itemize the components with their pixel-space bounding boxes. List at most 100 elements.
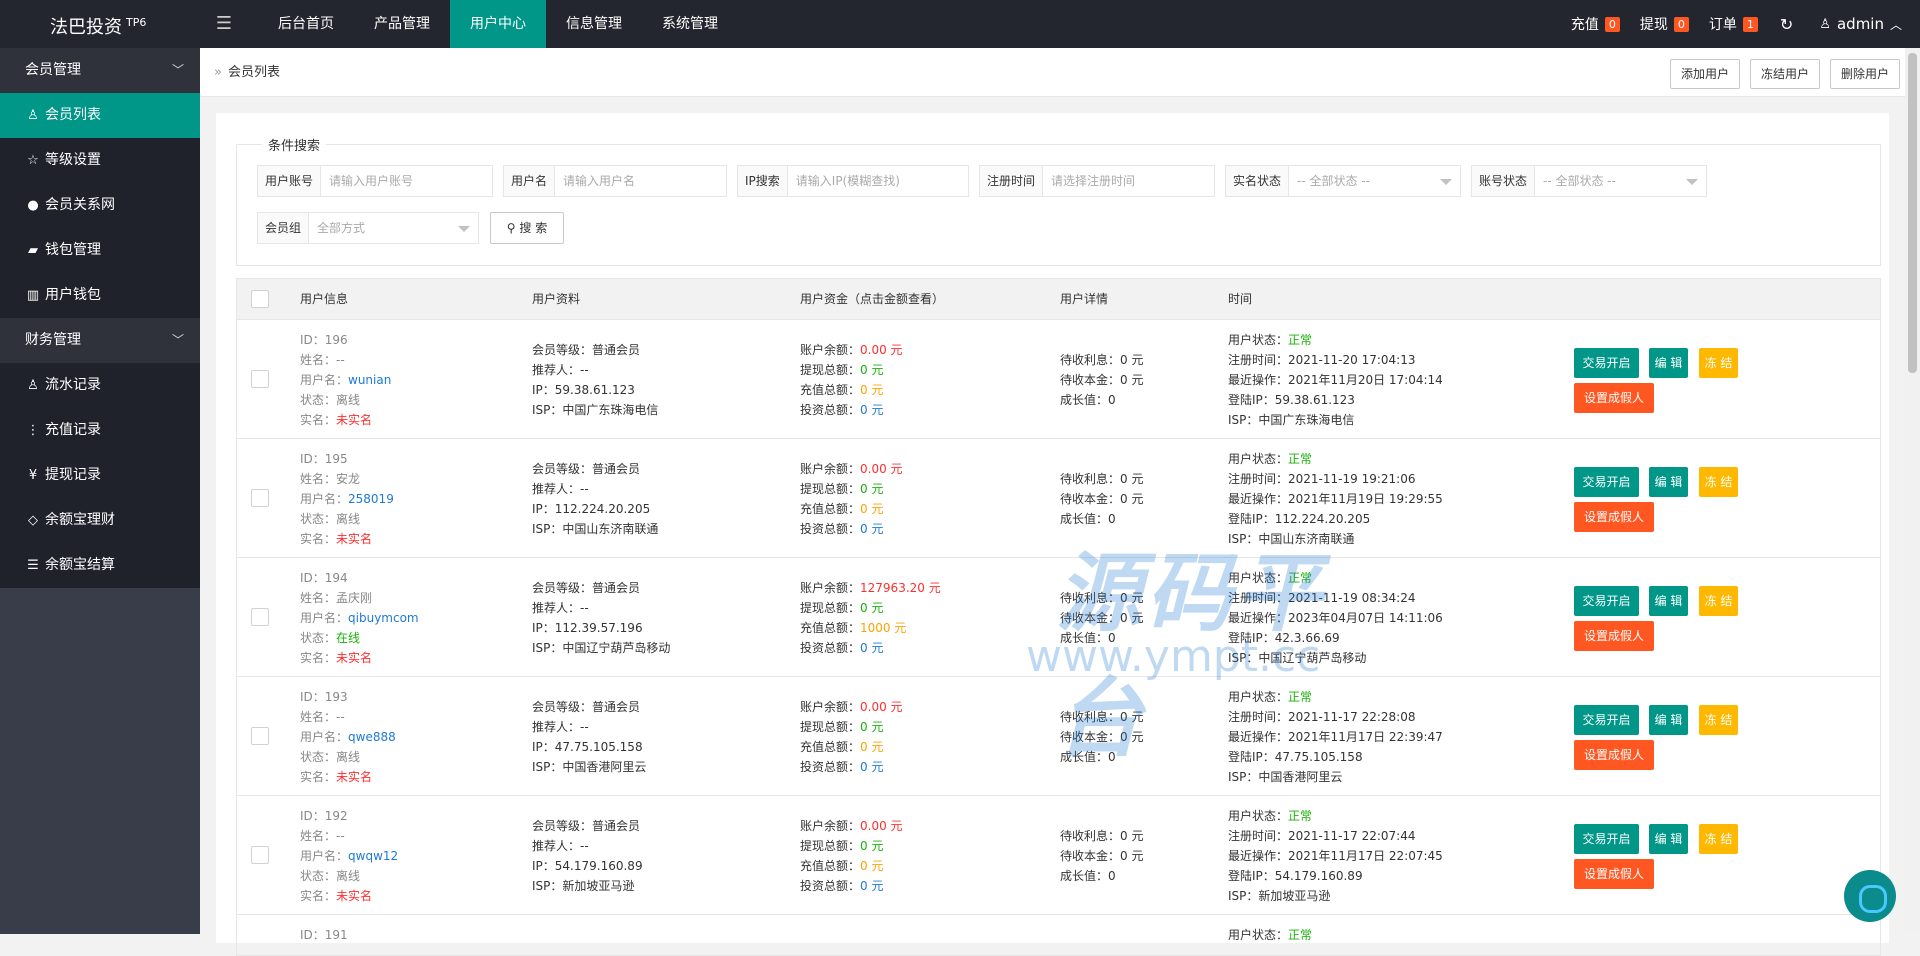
row-checkbox[interactable] (251, 608, 269, 626)
refresh-icon[interactable]: ↻ (1768, 15, 1805, 34)
status-select[interactable]: -- 全部状态 -- (1535, 166, 1706, 196)
recharge-total-link[interactable]: 0 元 (860, 502, 883, 516)
nav-system[interactable]: 系统管理 (642, 0, 738, 48)
edit-button[interactable]: 编 辑 (1649, 586, 1688, 616)
page-scrollbar[interactable] (1905, 48, 1920, 934)
withdraw-total-link[interactable]: 0 元 (860, 363, 883, 377)
set-fake-button[interactable]: 设置成假人 (1574, 502, 1654, 532)
invest-total-link[interactable]: 0 元 (860, 641, 883, 655)
balance-link[interactable]: 0.00 元 (860, 700, 903, 714)
username-link[interactable]: qibuymcom (348, 611, 419, 625)
withdraw-total-link[interactable]: 0 元 (860, 839, 883, 853)
freeze-button[interactable]: 冻 结 (1699, 348, 1738, 378)
invest-total-link[interactable]: 0 元 (860, 760, 883, 774)
trade-toggle-button[interactable]: 交易开启 (1574, 467, 1639, 497)
row-checkbox[interactable] (251, 489, 269, 507)
cell-reg-time: 2021-11-19 19:21:06 (1288, 472, 1416, 486)
balance-link[interactable]: 0.00 元 (860, 343, 903, 357)
withdraw-total-link[interactable]: 0 元 (860, 720, 883, 734)
withdraw-total-link[interactable]: 0 元 (860, 601, 883, 615)
invest-total-link[interactable]: 0 元 (860, 403, 883, 417)
time-cell: 用户状态：正常 注册时间：2021-11-17 22:07:44 最近操作：20… (1228, 806, 1443, 906)
account-filter: 用户账号 请输入用户账号 (257, 165, 493, 197)
sidebar-item-flow-records[interactable]: ♙ 流水记录 (0, 363, 200, 408)
account-input[interactable]: 请输入用户账号 (321, 166, 492, 196)
ip-input[interactable]: 请输入IP(模糊查找) (788, 166, 968, 196)
add-user-button[interactable]: 添加用户 (1669, 59, 1740, 89)
sidebar-group-members[interactable]: 会员管理 ﹀ (0, 48, 200, 93)
recharge-total-link[interactable]: 0 元 (860, 383, 883, 397)
edit-button[interactable]: 编 辑 (1649, 467, 1688, 497)
row-checkbox[interactable] (251, 846, 269, 864)
regtime-input[interactable]: 请选择注册时间 (1043, 166, 1214, 196)
sidebar-item-withdraw-records[interactable]: ¥ 提现记录 (0, 453, 200, 498)
trade-toggle-button[interactable]: 交易开启 (1574, 824, 1639, 854)
row-checkbox[interactable] (251, 727, 269, 745)
sidebar-item-wallet-management[interactable]: ▰ 钱包管理 (0, 228, 200, 273)
invest-total-link[interactable]: 0 元 (860, 879, 883, 893)
field-line: ID：195 (300, 449, 394, 469)
sidebar-item-user-wallet[interactable]: ▥ 用户钱包 (0, 273, 200, 318)
sidebar-item-member-list[interactable]: ♙ 会员列表 (0, 93, 200, 138)
nav-info[interactable]: 信息管理 (546, 0, 642, 48)
scrollbar-thumb[interactable] (1908, 53, 1917, 373)
trade-toggle-button[interactable]: 交易开启 (1574, 705, 1639, 735)
field-label: 注册时间： (1228, 829, 1289, 843)
username-input[interactable]: 请输入用户名 (555, 166, 726, 196)
realname-select[interactable]: -- 全部状态 -- (1289, 166, 1460, 196)
set-fake-button[interactable]: 设置成假人 (1574, 740, 1654, 770)
recharge-total-link[interactable]: 0 元 (860, 740, 883, 754)
freeze-button[interactable]: 冻 结 (1699, 586, 1738, 616)
group-select[interactable]: 全部方式 (309, 213, 478, 243)
username-link[interactable]: 258019 (348, 492, 394, 506)
set-fake-button[interactable]: 设置成假人 (1574, 859, 1654, 889)
edit-button[interactable]: 编 辑 (1649, 348, 1688, 378)
user-info-cell: ID：192 姓名：-- 用户名：qwqw12 状态：离线 实名：未实名 (300, 806, 398, 906)
freeze-button[interactable]: 冻 结 (1699, 705, 1738, 735)
freeze-user-button[interactable]: 冻结用户 (1749, 59, 1820, 89)
edit-button[interactable]: 编 辑 (1649, 705, 1688, 735)
field-label: 会员等级： (532, 462, 593, 476)
recharge-total-link[interactable]: 1000 元 (860, 621, 906, 635)
delete-user-button[interactable]: 删除用户 (1829, 59, 1900, 89)
invest-total-link[interactable]: 0 元 (860, 522, 883, 536)
search-button[interactable]: ⚲ 搜 索 (490, 212, 564, 244)
username-link[interactable]: qwe888 (348, 730, 396, 744)
balance-link[interactable]: 0.00 元 (860, 462, 903, 476)
username-link[interactable]: qwqw12 (348, 849, 398, 863)
user-menu[interactable]: ♙ admin ︿ (1805, 15, 1920, 33)
set-fake-button[interactable]: 设置成假人 (1574, 383, 1654, 413)
cell-growth: 0 (1108, 750, 1116, 764)
trade-toggle-button[interactable]: 交易开启 (1574, 348, 1639, 378)
balance-link[interactable]: 0.00 元 (860, 819, 903, 833)
balance-link[interactable]: 127963.20 元 (860, 581, 941, 595)
freeze-button[interactable]: 冻 结 (1699, 467, 1738, 497)
sidebar-group-label: 财务管理 (25, 332, 81, 348)
user-info-cell: ID：194 姓名：孟庆刚 用户名：qibuymcom 状态：在线 实名：未实名 (300, 568, 419, 668)
nav-home[interactable]: 后台首页 (258, 0, 354, 48)
field-line: 充值总额：0 元 (800, 856, 903, 876)
sidebar-item-recharge-records[interactable]: ⋮ 充值记录 (0, 408, 200, 453)
trade-toggle-button[interactable]: 交易开启 (1574, 586, 1639, 616)
select-all-checkbox[interactable] (251, 290, 269, 308)
edit-button[interactable]: 编 辑 (1649, 824, 1688, 854)
freeze-button[interactable]: 冻 结 (1699, 824, 1738, 854)
nav-products[interactable]: 产品管理 (354, 0, 450, 48)
username-link[interactable]: wunian (348, 373, 391, 387)
set-fake-button[interactable]: 设置成假人 (1574, 621, 1654, 651)
row-checkbox[interactable] (251, 370, 269, 388)
sidebar-item-level-settings[interactable]: ☆ 等级设置 (0, 138, 200, 183)
menu-toggle-icon[interactable]: ☰ (212, 12, 236, 36)
chat-float-button[interactable] (1844, 870, 1896, 922)
nav-user-center[interactable]: 用户中心 (450, 0, 546, 48)
app-logo[interactable]: 法巴投资 TP6 (0, 0, 200, 48)
withdraw-total-link[interactable]: 0 元 (860, 482, 883, 496)
order-link[interactable]: 订单 1 (1699, 14, 1768, 34)
sidebar-item-member-network[interactable]: ● 会员关系网 (0, 183, 200, 228)
sidebar-item-yuebao-finance[interactable]: ◇ 余额宝理财 (0, 498, 200, 543)
withdraw-link[interactable]: 提现 0 (1630, 14, 1699, 34)
recharge-link[interactable]: 充值 0 (1561, 14, 1630, 34)
sidebar-item-yuebao-settlement[interactable]: ☰ 余额宝结算 (0, 543, 200, 588)
recharge-total-link[interactable]: 0 元 (860, 859, 883, 873)
sidebar-group-finance[interactable]: 财务管理 ﹀ (0, 318, 200, 363)
